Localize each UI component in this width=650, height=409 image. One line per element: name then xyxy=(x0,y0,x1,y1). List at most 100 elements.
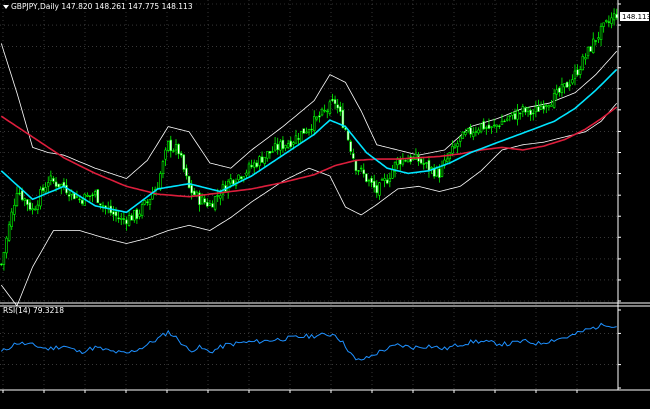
candle-body xyxy=(597,37,600,40)
candle-body xyxy=(318,115,321,118)
candle-body xyxy=(245,172,248,176)
candle-body xyxy=(23,198,26,201)
candle-body xyxy=(573,70,577,79)
candle-body xyxy=(10,211,13,227)
candle-body xyxy=(39,189,42,207)
candle-body xyxy=(313,116,316,132)
candle-body xyxy=(440,165,444,177)
candle-body xyxy=(425,162,428,164)
candle-body xyxy=(472,132,475,137)
candle-body xyxy=(258,156,261,166)
candle-body xyxy=(589,46,592,52)
candle-body xyxy=(229,178,232,184)
candle-body xyxy=(469,127,472,135)
candle-body xyxy=(513,113,517,120)
candle-body xyxy=(479,123,483,133)
candle-body xyxy=(526,107,530,112)
candle-body xyxy=(169,139,173,151)
candle-body xyxy=(182,154,186,170)
candle-body xyxy=(164,149,167,160)
candle-body xyxy=(96,189,99,203)
candle-body xyxy=(578,69,582,75)
candle-body xyxy=(279,141,282,151)
candle-body xyxy=(216,195,219,197)
candle-body xyxy=(461,131,465,139)
candle-body xyxy=(49,175,53,181)
candle-body xyxy=(524,107,527,113)
candle-body xyxy=(206,201,209,207)
candle-body xyxy=(336,104,339,109)
candle-body xyxy=(367,179,371,182)
candle-body xyxy=(263,156,266,164)
candle-body xyxy=(333,99,337,105)
candle-body xyxy=(172,150,175,152)
candle-body xyxy=(299,130,303,143)
candle-body xyxy=(88,195,92,197)
candle-body xyxy=(161,161,165,174)
candle-body xyxy=(555,89,558,95)
candle-body xyxy=(542,105,545,110)
candle-body xyxy=(203,198,206,203)
candle-body xyxy=(495,124,498,127)
candle-body xyxy=(586,46,590,57)
candle-body xyxy=(372,180,376,188)
candle-body xyxy=(451,145,454,154)
candle-body xyxy=(213,196,217,210)
candle-body xyxy=(365,173,368,182)
candle-body xyxy=(255,162,259,167)
candle-body xyxy=(305,131,308,134)
candle-body xyxy=(135,209,139,219)
candle-body xyxy=(453,145,457,148)
candle-body xyxy=(399,159,402,165)
candle-body xyxy=(294,135,298,144)
candle-body xyxy=(331,99,334,101)
candle-body xyxy=(552,93,556,108)
candle-body xyxy=(605,20,608,22)
candle-body xyxy=(159,173,162,190)
candle-body xyxy=(91,194,94,196)
candle-body xyxy=(571,79,574,84)
candle-body xyxy=(545,105,548,107)
candle-body xyxy=(47,182,50,187)
candle-body xyxy=(521,106,525,112)
candle-body xyxy=(187,176,191,188)
symbol-line: GBPJPY,Daily 147.820 148.261 147.775 148… xyxy=(11,2,193,11)
candle-body xyxy=(127,215,131,226)
candle-body xyxy=(7,224,11,241)
candle-body xyxy=(253,162,256,168)
candle-body xyxy=(323,109,326,112)
candle-body xyxy=(568,84,571,87)
candle-body xyxy=(490,126,493,128)
candle-body xyxy=(503,120,506,123)
candle-body xyxy=(563,83,566,88)
candle-body xyxy=(529,110,532,116)
candle-body xyxy=(474,131,478,133)
candle-body xyxy=(15,193,19,206)
candle-body xyxy=(177,143,180,155)
candle-body xyxy=(146,201,149,203)
candle-body xyxy=(28,202,32,210)
candle-body xyxy=(297,138,300,140)
candle-body xyxy=(302,128,305,134)
candle-body xyxy=(508,115,511,118)
candle-body xyxy=(592,38,595,53)
candle-body xyxy=(339,106,342,112)
candle-body xyxy=(237,174,240,180)
candle-body xyxy=(315,116,319,120)
candle-body xyxy=(594,40,598,42)
candle-body xyxy=(346,130,350,141)
candle-body xyxy=(117,217,120,220)
candle-body xyxy=(190,185,193,194)
candle-body xyxy=(532,112,535,115)
candle-body xyxy=(378,182,381,196)
candle-body xyxy=(266,151,269,159)
candle-body xyxy=(2,252,6,265)
candle-body xyxy=(219,195,222,199)
candle-body xyxy=(232,179,235,185)
candle-body xyxy=(80,199,84,204)
candle-body xyxy=(602,22,605,27)
candle-body xyxy=(459,136,462,142)
candle-body xyxy=(260,156,264,163)
candle-body xyxy=(430,167,433,169)
candle-body xyxy=(0,263,3,266)
